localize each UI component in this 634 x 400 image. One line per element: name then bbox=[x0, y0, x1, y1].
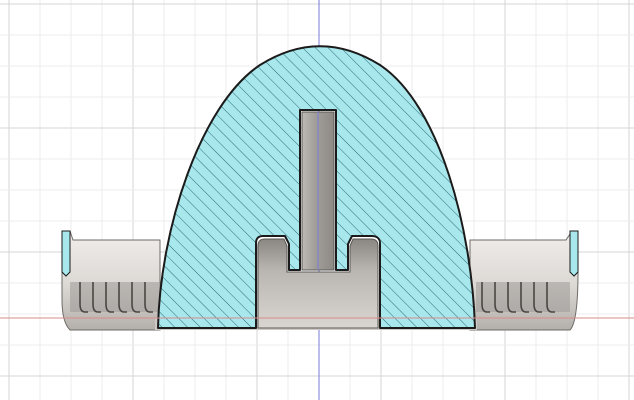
section-view-canvas[interactable] bbox=[0, 0, 634, 400]
left-rim-cup[interactable] bbox=[61, 230, 161, 331]
left-rim-section-face bbox=[61, 230, 71, 277]
right-rim-section-face bbox=[569, 230, 579, 277]
right-rim-cup[interactable] bbox=[469, 230, 579, 331]
cad-viewport[interactable] bbox=[0, 0, 634, 400]
